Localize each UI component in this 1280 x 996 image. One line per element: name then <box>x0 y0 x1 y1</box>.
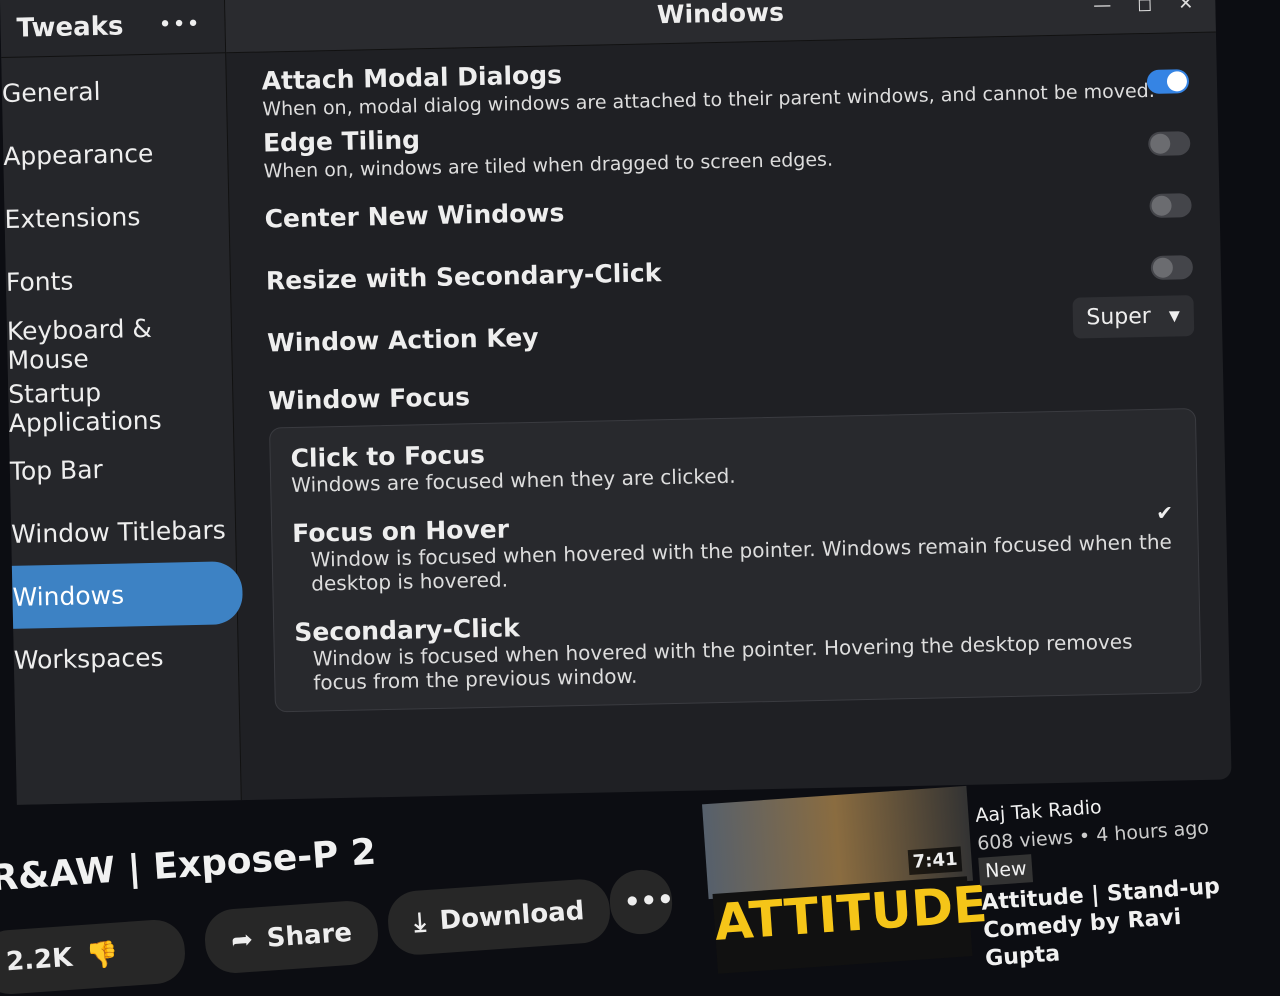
like-dislike-button[interactable]: 2.2K 👎 <box>0 917 187 996</box>
maximize-icon[interactable]: ◻ <box>1137 0 1152 15</box>
sidebar-item-label: Window Titlebars <box>10 515 227 549</box>
recommended-video-info[interactable]: Aaj Tak Radio 608 views • 4 hours ago Ne… <box>974 782 1265 973</box>
minimize-icon[interactable]: — <box>1093 0 1111 16</box>
sidebar-item-label: Startup Applications <box>7 377 162 438</box>
checkmark-icon: ✔ <box>1155 500 1174 525</box>
sidebar-item[interactable]: Extensions <box>0 183 235 252</box>
sidebar-item[interactable]: Fonts <box>0 246 237 315</box>
sidebar-item[interactable]: Keyboard & Mouse <box>0 309 238 378</box>
sidebar-item[interactable]: Top Bar <box>0 435 240 504</box>
video-title[interactable]: Attitude | Stand-up Comedy by Ravi Gupta <box>980 870 1265 973</box>
like-count: 2.2K <box>5 942 74 978</box>
action-key-dropdown[interactable]: Super ▾ <box>1071 295 1195 339</box>
sidebar-item[interactable]: Startup Applications <box>0 372 239 441</box>
sidebar-item-label: General <box>1 76 101 108</box>
new-badge: New <box>978 854 1034 886</box>
settings-content: Attach Modal Dialogs When on, modal dialo… <box>261 47 1202 713</box>
share-label: Share <box>265 917 353 954</box>
sidebar-item-label: Top Bar <box>9 454 104 486</box>
sidebar-item-label: Appearance <box>2 138 154 171</box>
header-bar: Windows — ◻ ✕ <box>224 0 1216 54</box>
focus-option[interactable]: Click to Focus Windows are focused when t… <box>290 425 1176 497</box>
page-title: Windows <box>656 0 785 30</box>
sidebar-item-label: Fonts <box>5 266 74 297</box>
duration-badge: 7:41 <box>907 846 963 876</box>
video-thumbnail-2[interactable]: ATTITUDE <box>712 875 989 974</box>
focus-option[interactable]: Focus on Hover Window is focused when hov… <box>292 500 1178 596</box>
more-icon[interactable]: ••• <box>158 12 200 38</box>
share-icon: ➦ <box>230 924 254 957</box>
close-icon[interactable]: ✕ <box>1178 0 1194 14</box>
download-icon: ⤓ <box>413 906 427 938</box>
sidebar-item[interactable]: Windows <box>0 561 244 631</box>
focus-options-list: Click to Focus Windows are focused when t… <box>269 408 1202 713</box>
app-title: Tweaks <box>16 10 124 44</box>
more-icon: ••• <box>622 884 675 919</box>
sidebar-item-label: Extensions <box>4 202 141 234</box>
sidebar: Tweaks ••• General Appearance Extensions Fon… <box>0 0 244 805</box>
sidebar-item[interactable]: Workspaces <box>0 624 244 693</box>
share-button[interactable]: ➦ Share <box>202 899 381 975</box>
focus-option[interactable]: Secondary-Click Window is focused when ho… <box>294 599 1180 695</box>
video-title-main: R&AW | Expose-P 2 <box>0 831 378 900</box>
dislike-icon: 👎 <box>85 939 120 972</box>
toggle-switch[interactable] <box>1149 193 1192 218</box>
sidebar-item[interactable]: Appearance <box>0 120 234 189</box>
section-title: Window Focus <box>268 382 471 416</box>
more-actions-button[interactable]: ••• <box>607 867 675 937</box>
sidebar-item-label: Keyboard & Mouse <box>6 313 153 375</box>
download-button[interactable]: ⤓ Download <box>386 877 613 957</box>
tweaks-window: Tweaks ••• General Appearance Extensions Fon… <box>0 0 1232 805</box>
sidebar-item[interactable]: Window Titlebars <box>0 498 242 567</box>
toggle-switch[interactable] <box>1148 131 1191 156</box>
sidebar-item[interactable]: General <box>0 57 233 126</box>
sidebar-item-label: Windows <box>12 580 125 612</box>
download-label: Download <box>438 896 586 937</box>
chevron-down-icon: ▾ <box>1168 303 1181 329</box>
toggle-switch[interactable] <box>1146 69 1190 94</box>
dropdown-value: Super <box>1086 303 1152 331</box>
toggle-switch[interactable] <box>1150 255 1194 280</box>
sidebar-item-label: Workspaces <box>13 642 164 675</box>
